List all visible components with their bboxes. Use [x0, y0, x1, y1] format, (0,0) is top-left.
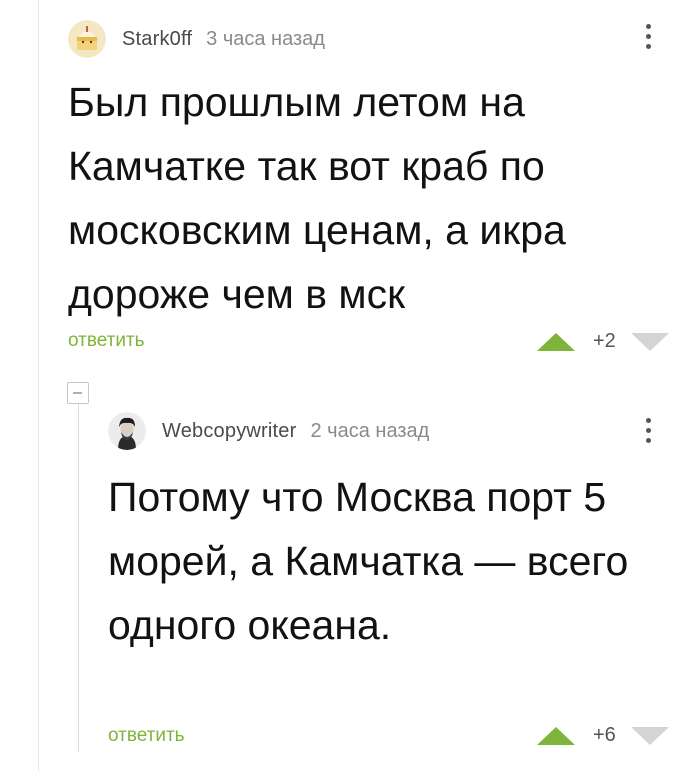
comment-text: Был прошлым летом на Камчатке так вот кр…	[68, 79, 566, 317]
comment-text: Потому что Москва порт 5 морей, а Камчат…	[108, 474, 629, 648]
vote-controls: +2	[537, 330, 669, 353]
rating-score: +2	[593, 330, 616, 352]
collapse-thread-button[interactable]	[67, 382, 89, 404]
vote-controls: +6	[537, 724, 669, 747]
reply-button[interactable]: ответить	[108, 725, 185, 747]
reply-button[interactable]: ответить	[68, 330, 145, 352]
upvote-arrow-icon[interactable]	[537, 332, 575, 351]
comment-header: Stark0ff 3 часа назад	[68, 20, 325, 58]
timestamp[interactable]: 2 часа назад	[311, 420, 430, 443]
comment-header: Webcopywriter 2 часа назад	[108, 412, 429, 450]
more-options-icon[interactable]	[644, 418, 652, 443]
thread-line	[38, 0, 39, 771]
upvote-arrow-icon[interactable]	[537, 726, 575, 745]
more-options-icon[interactable]	[644, 24, 652, 49]
cake-avatar-icon[interactable]	[68, 20, 106, 58]
username[interactable]: Webcopywriter	[162, 420, 297, 443]
username[interactable]: Stark0ff	[122, 28, 192, 51]
rating-score: +6	[593, 724, 616, 746]
nested-thread-line[interactable]	[78, 404, 79, 752]
portrait-avatar-icon[interactable]	[108, 412, 146, 450]
timestamp[interactable]: 3 часа назад	[206, 28, 325, 51]
downvote-arrow-icon[interactable]	[631, 332, 669, 351]
downvote-arrow-icon[interactable]	[631, 726, 669, 745]
